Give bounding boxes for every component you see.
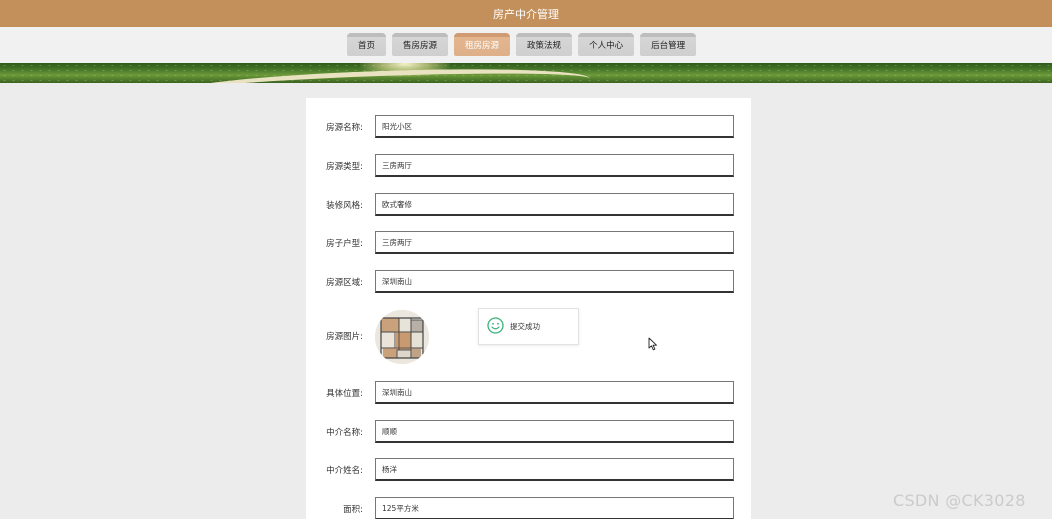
- field-label: 面积:: [343, 504, 363, 515]
- nav-tab-sale-listings[interactable]: 售房房源: [392, 33, 449, 56]
- listing-type-input[interactable]: 三房两厅: [375, 154, 734, 177]
- agent-name-input[interactable]: 杨洋: [375, 458, 734, 481]
- listing-name-input[interactable]: 阳光小区: [375, 115, 734, 138]
- smile-icon: [487, 317, 504, 336]
- area-input[interactable]: 125平方米: [375, 497, 734, 519]
- header-banner: [0, 63, 1052, 83]
- location-input[interactable]: 深圳南山: [375, 381, 734, 404]
- house-layout-input[interactable]: 三房两厅: [375, 231, 734, 254]
- field-label: 房子户型:: [326, 238, 363, 249]
- form-row-agency: 中介名称: 顺顺: [306, 420, 751, 443]
- form-row-layout: 房子户型: 三房两厅: [306, 231, 751, 254]
- form-row-location: 具体位置: 深圳南山: [306, 381, 751, 404]
- floorplan-thumbnail[interactable]: [375, 310, 429, 364]
- field-label: 装修风格:: [326, 200, 363, 211]
- field-label: 中介姓名:: [326, 465, 363, 476]
- nav-tab-policies[interactable]: 政策法规: [516, 33, 573, 56]
- nav-tabs: 首页 售房房源 租房房源 政策法规 个人中心 后台管理: [347, 33, 697, 56]
- nav-tab-admin[interactable]: 后台管理: [640, 33, 697, 56]
- field-label: 中介名称:: [326, 427, 363, 438]
- app-title: 房产中介管理: [493, 7, 559, 21]
- form-row-name: 房源名称: 阳光小区: [306, 115, 751, 138]
- field-label: 具体位置:: [326, 388, 363, 399]
- agency-name-input[interactable]: 顺顺: [375, 420, 734, 443]
- form-row-image: 房源图片: 提交成功: [306, 308, 751, 364]
- field-label: 房源类型:: [326, 161, 363, 172]
- nav-tab-personal-center[interactable]: 个人中心: [578, 33, 635, 56]
- toast-message: 提交成功: [510, 322, 540, 331]
- listing-form: 房源名称: 阳光小区 房源类型: 三房两厅 装修风格: 欧式奢修 房子户型: 三…: [306, 98, 751, 519]
- nav-tab-home[interactable]: 首页: [347, 33, 387, 56]
- app-title-bar: 房产中介管理: [0, 0, 1052, 27]
- nav-bar: 首页 售房房源 租房房源 政策法规 个人中心 后台管理: [0, 27, 1052, 63]
- district-input[interactable]: 深圳南山: [375, 270, 734, 293]
- form-row-agent: 中介姓名: 杨洋: [306, 458, 751, 481]
- form-row-area: 面积: 125平方米: [306, 497, 751, 519]
- form-row-district: 房源区域: 深圳南山: [306, 270, 751, 293]
- form-row-type: 房源类型: 三房两厅: [306, 154, 751, 177]
- watermark: CSDN @CK3028: [893, 491, 1026, 510]
- form-row-decoration: 装修风格: 欧式奢修: [306, 193, 751, 216]
- field-label: 房源图片:: [326, 332, 363, 342]
- nav-tab-rental-listings[interactable]: 租房房源: [454, 33, 511, 56]
- field-label: 房源区域:: [326, 277, 363, 288]
- field-label: 房源名称:: [326, 122, 363, 133]
- success-toast: 提交成功: [478, 308, 579, 345]
- decoration-style-input[interactable]: 欧式奢修: [375, 193, 734, 216]
- mouse-cursor-icon: [648, 337, 658, 351]
